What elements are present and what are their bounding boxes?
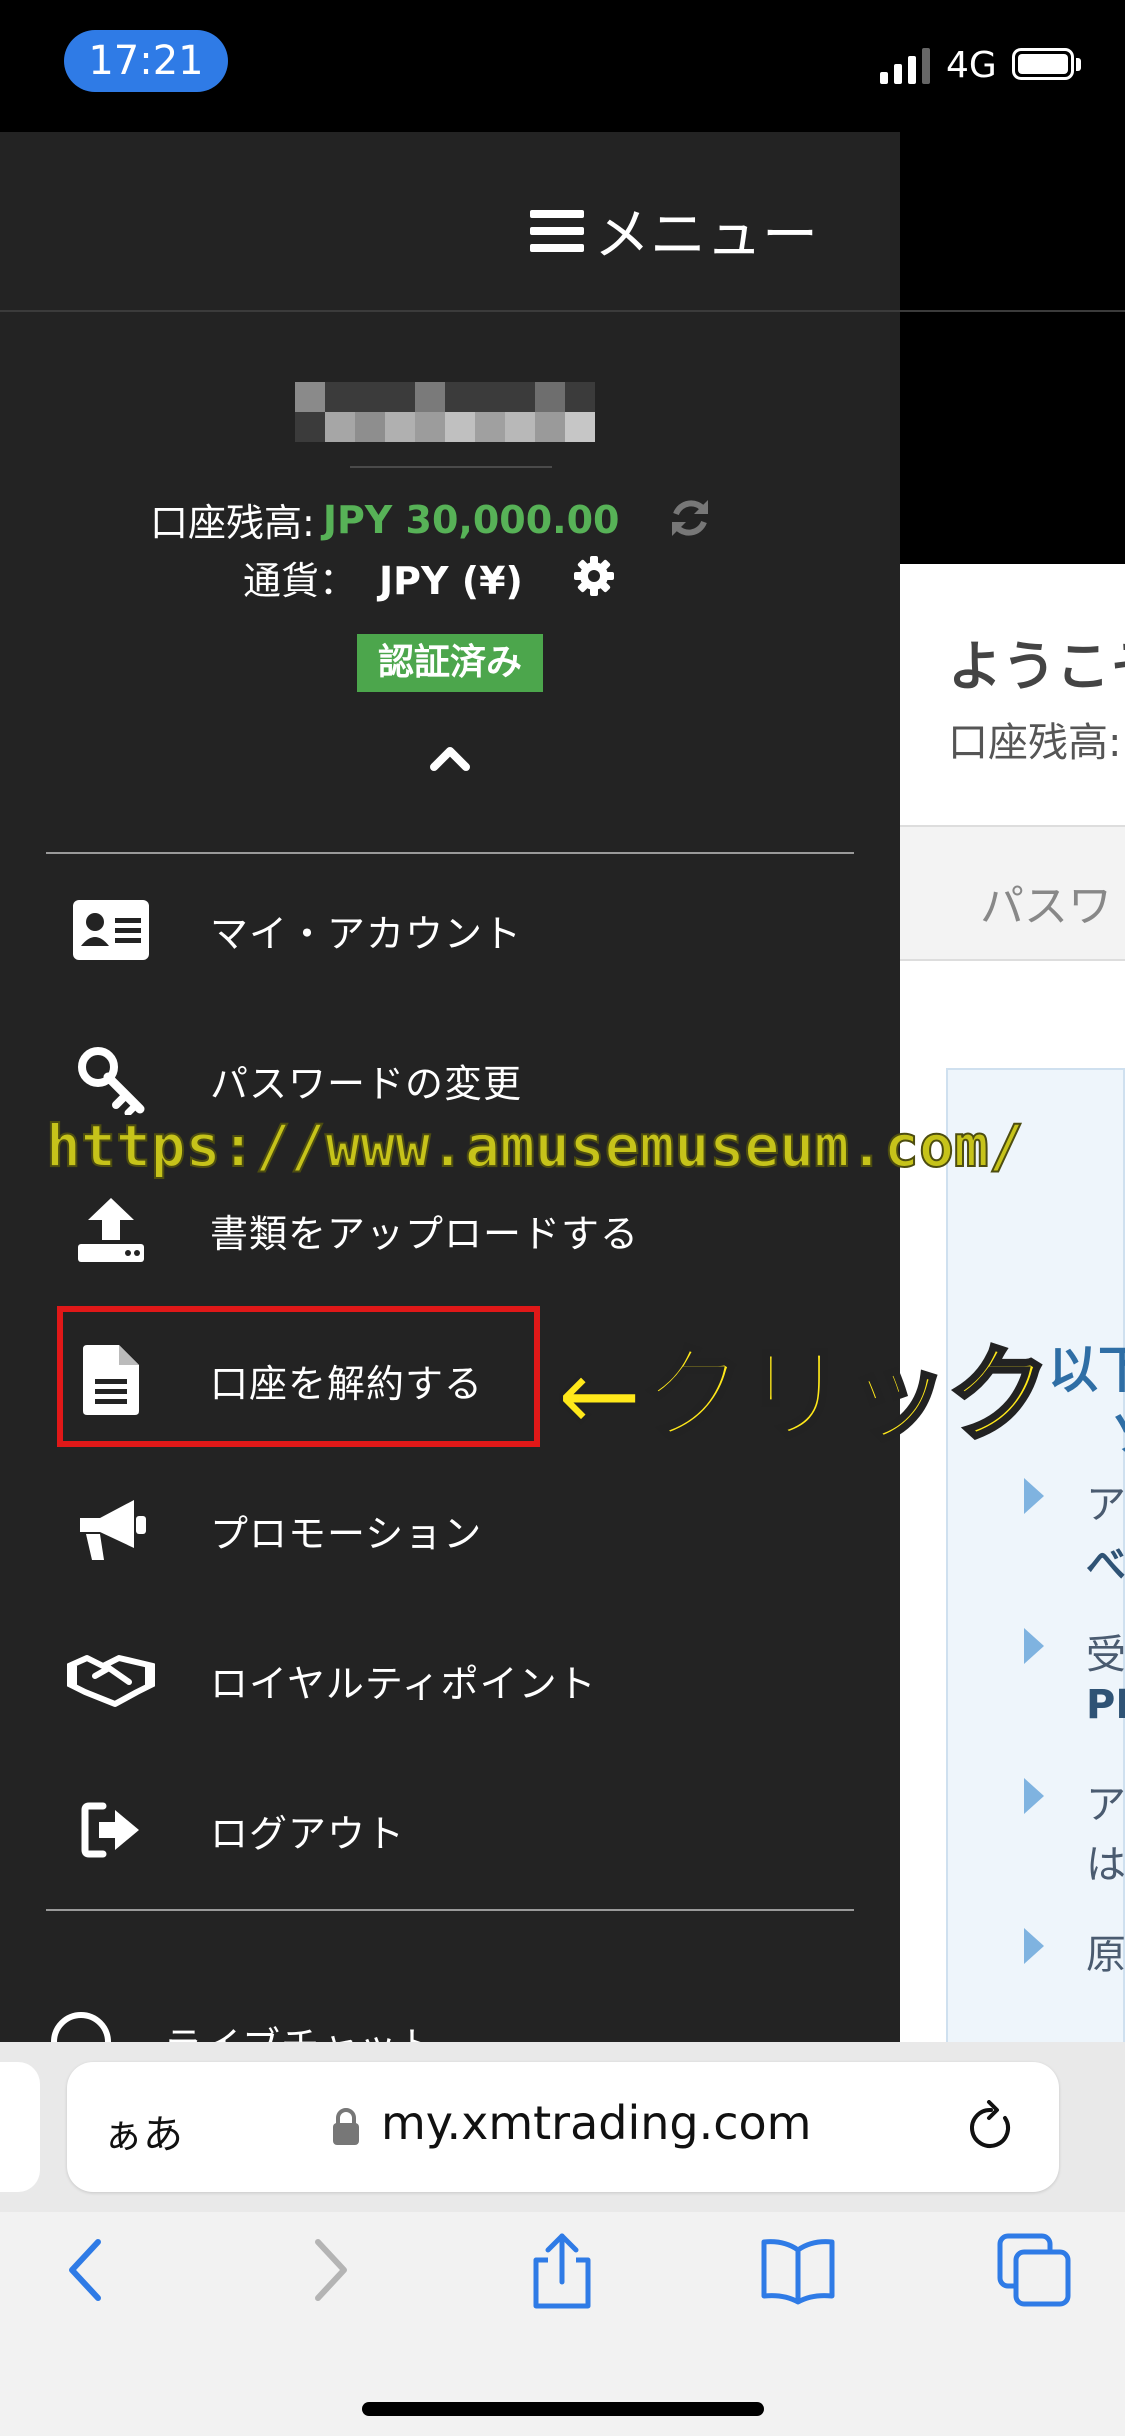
bg-balance-text: 口座残高:: [948, 720, 1122, 766]
id-card-icon: [46, 880, 176, 980]
bg-bullet-text: 原: [1086, 1932, 1125, 1978]
menu-title[interactable]: メニュー: [530, 190, 818, 271]
home-indicator[interactable]: [362, 2402, 764, 2416]
currency-label: 通貨：: [243, 559, 358, 603]
blurred-account-name: [295, 382, 595, 442]
bg-bullet-arrow: [1024, 1478, 1044, 1514]
menu-item-logout[interactable]: ログアウト: [46, 1760, 854, 1900]
hamburger-icon: [530, 209, 584, 252]
network-type: 4G: [946, 45, 997, 86]
previous-tab-edge[interactable]: [0, 2062, 40, 2192]
menu-item-label: 書類をアップロードする: [210, 1211, 640, 1256]
battery-cap: [1076, 58, 1081, 71]
menu-item-label: プロモーション: [210, 1511, 483, 1556]
address-bar[interactable]: ぁあ my.xmtrading.com: [67, 2062, 1059, 2192]
bg-heading-fragment: ソ: [1110, 1394, 1125, 1466]
page-settings-button[interactable]: ぁあ: [103, 2102, 183, 2160]
menu-item-label: ログアウト: [210, 1811, 406, 1856]
divider: [46, 1909, 854, 1911]
url-text[interactable]: my.xmtrading.com: [381, 2096, 811, 2150]
background-page: ようこそ 口座残高: パスワ 以下 ソ ア べ 受 PN ア は 原: [900, 132, 1125, 2174]
side-menu: メニュー 口座残高: JPY 30,000.00 通貨： JPY (¥) 認証済…: [0, 132, 1125, 2070]
divider: [46, 852, 854, 854]
bookmarks-icon[interactable]: [758, 2230, 838, 2310]
menu-item-label: ロイヤルティポイント: [210, 1661, 597, 1706]
bg-bullet-text: ア: [1086, 1482, 1125, 1528]
status-time: 17:21: [64, 30, 228, 92]
bg-bullet-arrow: [1024, 1628, 1044, 1664]
menu-item-my-account[interactable]: マイ・アカウント: [46, 860, 854, 1000]
chevron-up-icon[interactable]: [426, 737, 474, 777]
back-icon[interactable]: [48, 2230, 128, 2310]
account-balance: 口座残高: JPY 30,000.00: [150, 492, 620, 547]
bg-welcome-text: ようこそ: [948, 635, 1125, 698]
currency-value: JPY (¥): [379, 559, 523, 603]
menu-item-label: マイ・アカウント: [210, 911, 523, 956]
battery-icon: [1012, 48, 1074, 80]
bg-tab-label: パスワ: [980, 881, 1112, 932]
watermark-url: https://www.amusemuseum.com/: [45, 1111, 1025, 1181]
gear-icon[interactable]: [574, 556, 614, 596]
balance-label: 口座残高:: [150, 501, 315, 545]
bg-bullet-text: 受: [1086, 1632, 1125, 1678]
menu-title-label: メニュー: [594, 203, 818, 268]
bg-info-panel: [946, 1068, 1125, 2174]
bg-bullet-text: べ: [1086, 1542, 1125, 1588]
click-annotation: ←クリック: [554, 1332, 1053, 1458]
lock-icon: [333, 2108, 359, 2145]
forward-icon[interactable]: [288, 2230, 368, 2310]
logout-icon: [46, 1780, 176, 1880]
highlight-box: [57, 1306, 540, 1447]
tabs-icon[interactable]: [994, 2230, 1074, 2310]
handshake-icon: [46, 1630, 176, 1730]
menu-item-loyalty-points[interactable]: ロイヤルティポイント: [46, 1610, 854, 1750]
bg-bullet-text: ア: [1086, 1782, 1125, 1828]
cellular-signal-icon: [880, 48, 930, 84]
menu-item-label: パスワードの変更: [210, 1061, 523, 1106]
verified-badge: 認証済み: [357, 634, 543, 692]
upload-icon: [46, 1180, 176, 1280]
megaphone-icon: [46, 1480, 176, 1580]
bg-bullet-arrow: [1024, 1928, 1044, 1964]
divider: [0, 310, 1125, 312]
menu-item-upload-documents[interactable]: 書類をアップロードする: [46, 1160, 854, 1300]
menu-item-promotions[interactable]: プロモーション: [46, 1460, 854, 1600]
refresh-icon[interactable]: [668, 496, 712, 540]
account-currency: 通貨： JPY (¥): [243, 550, 523, 605]
bg-bullet-arrow: [1024, 1778, 1044, 1814]
balance-value: JPY 30,000.00: [322, 497, 620, 542]
bg-bullet-text: PN: [1086, 1682, 1125, 1728]
share-icon[interactable]: [522, 2230, 602, 2310]
bg-heading: 以下: [1048, 1341, 1125, 1399]
name-underline: [350, 466, 552, 468]
bg-bullet-text: は: [1086, 1842, 1125, 1888]
reload-icon[interactable]: [965, 2100, 1017, 2156]
